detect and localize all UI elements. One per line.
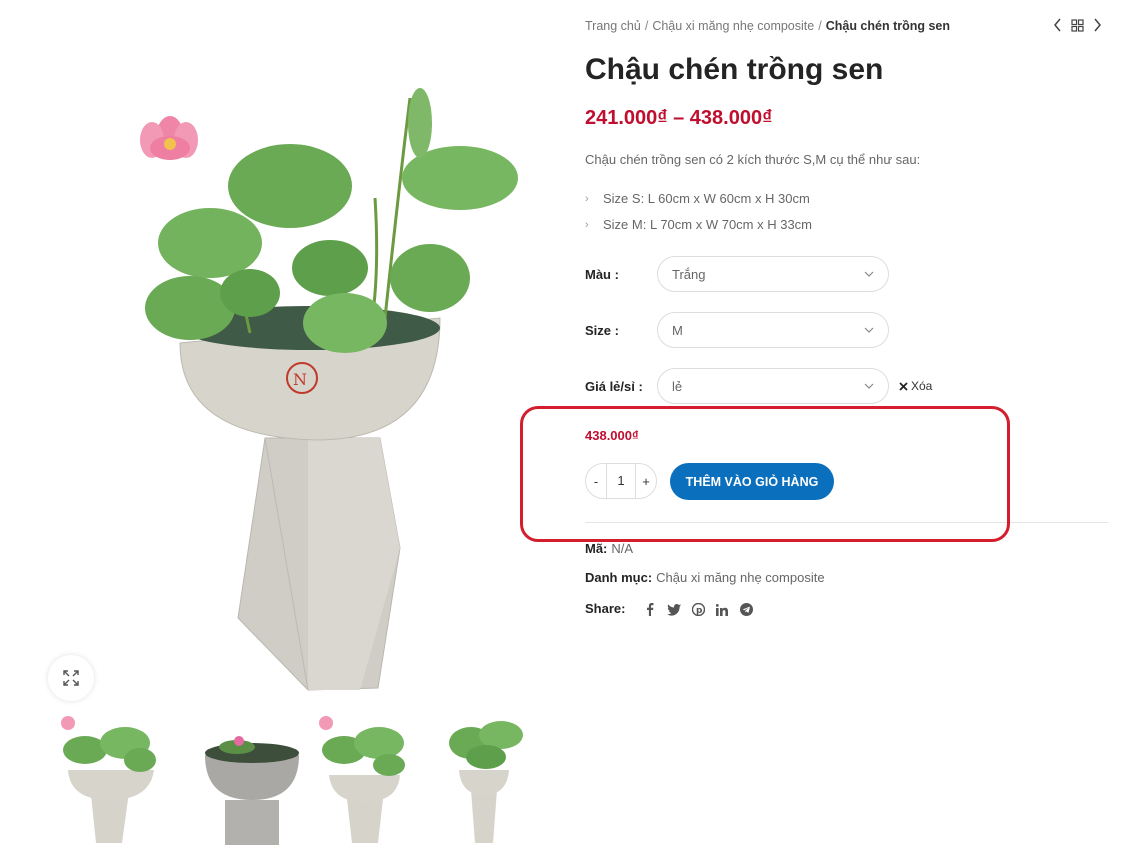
- select-value: lẻ: [672, 378, 683, 394]
- thumbnail-image[interactable]: [50, 705, 177, 845]
- quantity-plus-button[interactable]: +: [636, 474, 656, 489]
- chevron-right-icon[interactable]: [1092, 18, 1102, 32]
- quantity-input[interactable]: 1: [606, 464, 636, 498]
- category-link[interactable]: Chậu xi măng nhẹ composite: [656, 570, 824, 585]
- breadcrumb-current: Chậu chén trồng sen: [825, 19, 951, 33]
- price-range: 241.000₫ – 438.000₫: [585, 107, 773, 129]
- variation-row-color: Màu : Trắng: [585, 255, 889, 293]
- category-label: Danh mục:: [585, 570, 653, 585]
- price-type-select[interactable]: lẻ: [657, 368, 889, 404]
- expand-icon: [63, 670, 79, 686]
- close-icon: [899, 381, 908, 391]
- variation-row-size: Size : M: [585, 311, 889, 349]
- thumbnail-image[interactable]: [304, 705, 431, 845]
- linkedin-icon[interactable]: [715, 603, 729, 617]
- breadcrumb-separator: /: [644, 19, 649, 33]
- chevron-down-icon: [864, 383, 874, 389]
- select-value: Trắng: [672, 266, 706, 282]
- grid-icon[interactable]: [1071, 18, 1084, 32]
- size-text: Size M: L 70cm x W 70cm x H 33cm: [603, 217, 813, 232]
- breadcrumb: Trang chủ / Chậu xi măng nhẹ composite / Chậ…: [585, 19, 950, 33]
- thumbnail-strip: [50, 705, 560, 845]
- select-value: M: [672, 322, 683, 338]
- share-row: Share: p: [585, 601, 753, 617]
- size-list: › Size S: L 60cm x W 60cm x H 30cm › Size …: [585, 186, 812, 238]
- chevron-left-icon[interactable]: [1053, 18, 1063, 32]
- variation-row-price-type: Giá lẻ/sỉ : lẻ Xóa: [585, 367, 932, 405]
- add-to-cart-button[interactable]: THÊM VÀO GIỎ HÀNG: [670, 463, 834, 500]
- product-navigation: [1053, 18, 1102, 32]
- size-text: Size S: L 60cm x W 60cm x H 30cm: [603, 191, 810, 206]
- color-select[interactable]: Trắng: [657, 256, 889, 292]
- svg-text:N: N: [293, 370, 307, 389]
- share-icons: p: [643, 603, 753, 617]
- size-select[interactable]: M: [657, 312, 889, 348]
- thumbnail-image[interactable]: [431, 705, 558, 845]
- breadcrumb-home-link[interactable]: Trang chủ: [585, 19, 641, 33]
- chevron-down-icon: [864, 327, 874, 333]
- category-row: Danh mục: Chậu xi măng nhẹ composite: [585, 570, 825, 585]
- pinterest-icon[interactable]: p: [691, 603, 705, 617]
- product-title: Chậu chén trồng sen: [585, 53, 884, 86]
- sku-row: Mã: N/A: [585, 541, 633, 556]
- chevron-right-icon: ›: [585, 193, 589, 205]
- chevron-right-icon: ›: [585, 219, 589, 231]
- list-item: › Size S: L 60cm x W 60cm x H 30cm: [585, 186, 812, 212]
- sku-label: Mã:: [585, 541, 608, 556]
- main-product-image[interactable]: N: [130, 78, 530, 698]
- variation-label: Màu :: [585, 266, 619, 282]
- twitter-icon[interactable]: [667, 603, 682, 617]
- variation-label: Size :: [585, 322, 619, 338]
- divider: [585, 522, 1108, 523]
- chevron-down-icon: [864, 271, 874, 277]
- variation-label: Giá lẻ/sỉ :: [585, 378, 643, 394]
- list-item: › Size M: L 70cm x W 70cm x H 33cm: [585, 212, 812, 238]
- thumbnail-image[interactable]: [177, 705, 304, 845]
- telegram-icon[interactable]: [739, 603, 753, 617]
- zoom-button[interactable]: [48, 655, 94, 701]
- selected-price: 438.000₫: [585, 428, 639, 443]
- svg-text:p: p: [696, 606, 703, 616]
- quantity-stepper: - 1 +: [585, 463, 657, 499]
- facebook-icon[interactable]: [643, 603, 657, 617]
- product-description: Chậu chén trồng sen có 2 kích thước S,M …: [585, 152, 921, 167]
- breadcrumb-separator: /: [818, 19, 822, 33]
- quantity-minus-button[interactable]: -: [586, 474, 606, 489]
- breadcrumb-category-link[interactable]: Chậu xi măng nhẹ composite: [652, 19, 814, 33]
- product-gallery: N: [0, 0, 560, 863]
- product-summary: Trang chủ / Chậu xi măng nhẹ composite / Chậ…: [585, 0, 1110, 863]
- clear-label: Xóa: [911, 379, 933, 393]
- sku-value: N/A: [611, 541, 634, 556]
- share-label: Share:: [585, 601, 626, 616]
- clear-variations-link[interactable]: Xóa: [899, 379, 932, 393]
